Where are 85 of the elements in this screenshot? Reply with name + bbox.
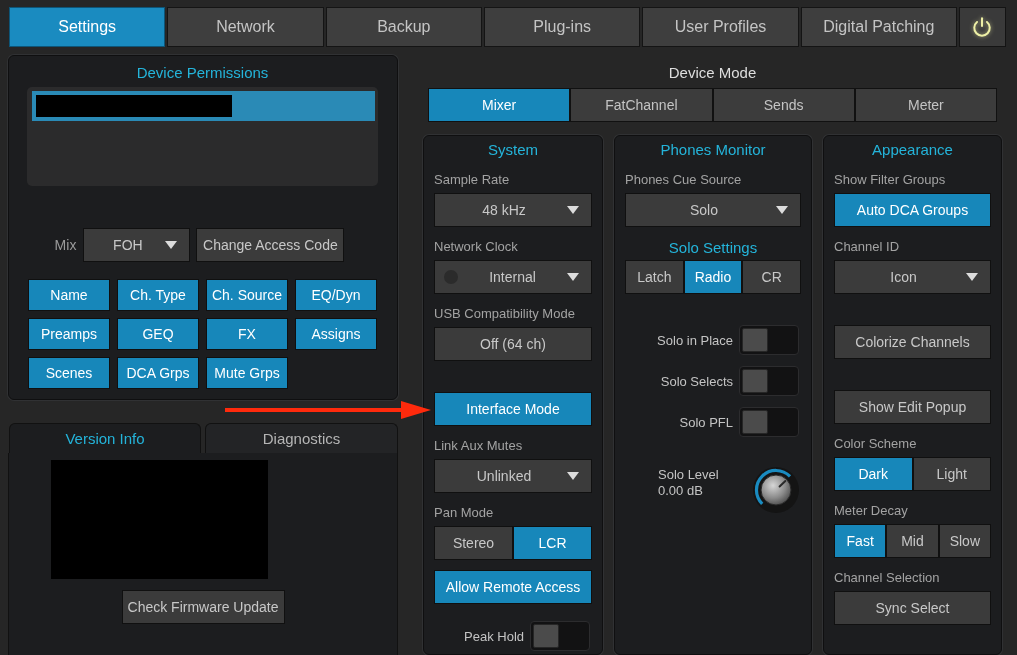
level-knob[interactable] xyxy=(753,467,799,513)
field-label: Channel Selection xyxy=(834,570,941,587)
dropdown[interactable]: Icon xyxy=(834,260,991,294)
dropdown[interactable]: Internal xyxy=(434,260,592,294)
toggle-button[interactable]: Sync Select xyxy=(834,591,991,625)
toggle-switch[interactable] xyxy=(530,621,590,651)
permission-button[interactable]: FX xyxy=(206,318,288,350)
caret-icon xyxy=(567,273,579,281)
field-label: Color Scheme xyxy=(834,436,918,453)
section-title: Device Mode xyxy=(667,63,758,83)
panel-title: Device Permissions xyxy=(135,63,270,83)
panel-title: Appearance xyxy=(871,140,954,160)
info-tab[interactable]: Version Info xyxy=(9,423,201,453)
caret-icon xyxy=(966,273,978,281)
knob-label: Solo Level xyxy=(658,467,719,483)
toggle-switch[interactable] xyxy=(739,366,799,396)
power-button[interactable] xyxy=(959,7,1006,47)
mix-label: Mix xyxy=(54,237,77,253)
toggle-label: Peak Hold xyxy=(464,628,524,644)
permission-button[interactable]: Scenes xyxy=(28,357,110,389)
field-label: Network Clock xyxy=(434,239,519,256)
permission-button[interactable]: Ch. Type xyxy=(117,279,199,311)
toggle-switch[interactable] xyxy=(739,407,799,437)
toggle-button[interactable]: Interface Mode xyxy=(434,392,592,426)
permission-button[interactable]: EQ/Dyn xyxy=(295,279,377,311)
toggle-button[interactable]: Auto DCA Groups xyxy=(834,193,991,227)
top-tab[interactable]: Backup xyxy=(325,7,482,47)
segment-button[interactable]: Dark xyxy=(834,457,913,491)
segment-button[interactable]: Radio xyxy=(683,260,743,294)
permission-button[interactable]: Ch. Source xyxy=(206,279,288,311)
toggle-label: Solo Selects xyxy=(660,373,733,389)
field-label: Show Filter Groups xyxy=(834,172,947,189)
mode-tab[interactable]: Mixer xyxy=(428,88,571,122)
dropdown[interactable]: Unlinked xyxy=(434,459,592,493)
caret-icon xyxy=(165,241,178,249)
caret-icon xyxy=(567,206,579,214)
toggle-button[interactable]: Show Edit Popup xyxy=(834,390,991,424)
toggle-button[interactable]: Allow Remote Access xyxy=(434,570,592,604)
field-label: Sample Rate xyxy=(434,172,511,189)
top-tab[interactable]: Settings xyxy=(9,7,166,47)
segment-button[interactable]: CR xyxy=(742,260,801,294)
mix-dropdown[interactable]: FOH xyxy=(83,228,191,262)
field-label: USB Compatibility Mode xyxy=(434,306,576,323)
segment-button[interactable]: LCR xyxy=(513,526,592,560)
toggle-button[interactable]: Colorize Channels xyxy=(834,325,991,359)
panel-title: Phones Monitor xyxy=(659,140,767,160)
toggle-label: Solo PFL xyxy=(679,414,733,430)
caret-icon xyxy=(567,472,579,480)
permission-button[interactable]: Mute Grps xyxy=(206,357,288,389)
segment-button[interactable]: Fast xyxy=(834,524,887,558)
toggle-label: Solo in Place xyxy=(657,332,733,348)
top-tab[interactable]: Digital Patching xyxy=(800,7,957,47)
mode-tab[interactable]: FatChannel xyxy=(570,88,713,122)
field-label: Link Aux Mutes xyxy=(434,438,524,455)
permission-button[interactable]: Name xyxy=(28,279,110,311)
top-tab[interactable]: Network xyxy=(167,7,324,47)
top-tab[interactable]: Plug-ins xyxy=(484,7,641,47)
field-label: Phones Cue Source xyxy=(625,172,743,189)
knob-reading: 0.00 dB xyxy=(658,483,704,499)
check-firmware-update-button[interactable]: Check Firmware Update xyxy=(121,590,285,624)
mode-tab[interactable]: Meter xyxy=(854,88,997,122)
permission-button[interactable]: DCA Grps xyxy=(117,357,199,389)
mode-tab[interactable]: Sends xyxy=(712,88,855,122)
permission-button[interactable]: GEQ xyxy=(117,318,199,350)
segment-button[interactable]: Slow xyxy=(938,524,991,558)
permission-button[interactable]: Assigns xyxy=(295,318,377,350)
toggle-switch[interactable] xyxy=(739,325,799,355)
field-label: Channel ID xyxy=(834,239,901,256)
top-tab[interactable]: User Profiles xyxy=(642,7,799,47)
segment-button[interactable]: Mid xyxy=(886,524,939,558)
dropdown[interactable]: Solo xyxy=(625,193,801,227)
section-subtitle: Solo Settings xyxy=(667,239,759,258)
change-access-code-button[interactable]: Change Access Code xyxy=(196,228,345,262)
field-label: Pan Mode xyxy=(434,505,495,522)
segment-button[interactable]: Latch xyxy=(625,260,684,294)
list-row[interactable] xyxy=(32,91,375,121)
permission-button[interactable]: Preamps xyxy=(28,318,110,350)
field-label: Meter Decay xyxy=(834,503,909,520)
segment-button[interactable]: Stereo xyxy=(434,526,513,560)
segment-button[interactable]: Light xyxy=(912,457,991,491)
panel-title: System xyxy=(487,140,539,160)
dropdown[interactable]: 48 kHz xyxy=(434,193,592,227)
info-tab[interactable]: Diagnostics xyxy=(205,423,398,453)
caret-icon xyxy=(776,206,788,214)
toggle-button[interactable]: Off (64 ch) xyxy=(434,327,592,361)
